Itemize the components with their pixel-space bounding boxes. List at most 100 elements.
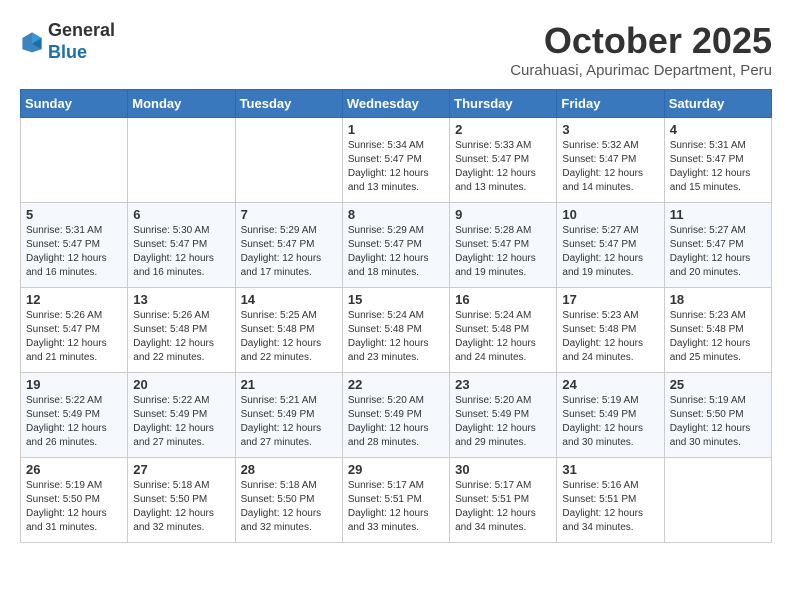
day-number: 3 xyxy=(562,122,658,137)
day-info: Sunrise: 5:23 AMSunset: 5:48 PMDaylight:… xyxy=(670,309,766,365)
day-info: Sunrise: 5:27 AMSunset: 5:47 PMDaylight:… xyxy=(562,224,658,280)
calendar-cell: 12 Sunrise: 5:26 AMSunset: 5:47 PMDayligh… xyxy=(21,288,128,373)
logo-text: General Blue xyxy=(48,20,115,63)
calendar-cell: 24 Sunrise: 5:19 AMSunset: 5:49 PMDayligh… xyxy=(557,373,664,458)
day-info: Sunrise: 5:30 AMSunset: 5:47 PMDaylight:… xyxy=(133,224,229,280)
calendar-cell: 1Sunrise: 5:34 AMSunset: 5:47 PMDaylight… xyxy=(342,118,449,203)
calendar-cell: 29 Sunrise: 5:17 AMSunset: 5:51 PMDayligh… xyxy=(342,458,449,543)
day-info: Sunrise: 5:22 AMSunset: 5:49 PMDaylight:… xyxy=(133,394,229,450)
calendar-cell: 9 Sunrise: 5:28 AMSunset: 5:47 PMDaylight… xyxy=(450,203,557,288)
day-number: 28 xyxy=(241,462,337,477)
calendar-week-row: 5Sunrise: 5:31 AMSunset: 5:47 PMDaylight… xyxy=(21,203,772,288)
weekday-header-tuesday: Tuesday xyxy=(235,90,342,118)
calendar-cell: 21 Sunrise: 5:21 AMSunset: 5:49 PMDayligh… xyxy=(235,373,342,458)
day-info: Sunrise: 5:17 AMSunset: 5:51 PMDaylight:… xyxy=(455,479,551,535)
day-info: Sunrise: 5:33 AMSunset: 5:47 PMDaylight:… xyxy=(455,139,551,195)
page-header: General Blue October 2025 Curahuasi, Apu… xyxy=(20,20,772,79)
day-number: 17 xyxy=(562,292,658,307)
weekday-header-monday: Monday xyxy=(128,90,235,118)
day-info: Sunrise: 5:16 AMSunset: 5:51 PMDaylight:… xyxy=(562,479,658,535)
day-number: 2 xyxy=(455,122,551,137)
calendar-cell: 20 Sunrise: 5:22 AMSunset: 5:49 PMDayligh… xyxy=(128,373,235,458)
calendar-week-row: 1Sunrise: 5:34 AMSunset: 5:47 PMDaylight… xyxy=(21,118,772,203)
calendar-cell xyxy=(128,118,235,203)
calendar-week-row: 12 Sunrise: 5:26 AMSunset: 5:47 PMDayligh… xyxy=(21,288,772,373)
day-info: Sunrise: 5:29 AMSunset: 5:47 PMDaylight:… xyxy=(348,224,444,280)
calendar-week-row: 26 Sunrise: 5:19 AMSunset: 5:50 PMDayligh… xyxy=(21,458,772,543)
calendar-cell: 28 Sunrise: 5:18 AMSunset: 5:50 PMDayligh… xyxy=(235,458,342,543)
location-subtitle: Curahuasi, Apurimac Department, Peru xyxy=(510,62,772,79)
day-number: 14 xyxy=(241,292,337,307)
day-number: 9 xyxy=(455,207,551,222)
day-info: Sunrise: 5:19 AMSunset: 5:50 PMDaylight:… xyxy=(670,394,766,450)
day-number: 7 xyxy=(241,207,337,222)
day-number: 5 xyxy=(26,207,122,222)
day-info: Sunrise: 5:18 AMSunset: 5:50 PMDaylight:… xyxy=(133,479,229,535)
calendar-cell: 3 Sunrise: 5:32 AMSunset: 5:47 PMDaylight… xyxy=(557,118,664,203)
calendar-table: SundayMondayTuesdayWednesdayThursdayFrid… xyxy=(20,89,772,543)
weekday-header-friday: Friday xyxy=(557,90,664,118)
day-info: Sunrise: 5:32 AMSunset: 5:47 PMDaylight:… xyxy=(562,139,658,195)
calendar-cell: 5Sunrise: 5:31 AMSunset: 5:47 PMDaylight… xyxy=(21,203,128,288)
day-number: 26 xyxy=(26,462,122,477)
calendar-week-row: 19Sunrise: 5:22 AMSunset: 5:49 PMDayligh… xyxy=(21,373,772,458)
day-info: Sunrise: 5:28 AMSunset: 5:47 PMDaylight:… xyxy=(455,224,551,280)
day-number: 27 xyxy=(133,462,229,477)
day-number: 25 xyxy=(670,377,766,392)
day-info: Sunrise: 5:23 AMSunset: 5:48 PMDaylight:… xyxy=(562,309,658,365)
day-info: Sunrise: 5:18 AMSunset: 5:50 PMDaylight:… xyxy=(241,479,337,535)
day-info: Sunrise: 5:19 AMSunset: 5:49 PMDaylight:… xyxy=(562,394,658,450)
title-block: October 2025 Curahuasi, Apurimac Departm… xyxy=(510,20,772,79)
day-number: 22 xyxy=(348,377,444,392)
weekday-header-thursday: Thursday xyxy=(450,90,557,118)
day-number: 16 xyxy=(455,292,551,307)
day-info: Sunrise: 5:24 AMSunset: 5:48 PMDaylight:… xyxy=(455,309,551,365)
day-number: 12 xyxy=(26,292,122,307)
day-number: 31 xyxy=(562,462,658,477)
calendar-cell: 7 Sunrise: 5:29 AMSunset: 5:47 PMDaylight… xyxy=(235,203,342,288)
calendar-cell: 6Sunrise: 5:30 AMSunset: 5:47 PMDaylight… xyxy=(128,203,235,288)
day-number: 24 xyxy=(562,377,658,392)
calendar-cell: 31 Sunrise: 5:16 AMSunset: 5:51 PMDayligh… xyxy=(557,458,664,543)
day-number: 13 xyxy=(133,292,229,307)
weekday-header-saturday: Saturday xyxy=(664,90,771,118)
day-info: Sunrise: 5:17 AMSunset: 5:51 PMDaylight:… xyxy=(348,479,444,535)
logo-blue: Blue xyxy=(48,42,87,62)
calendar-cell: 13Sunrise: 5:26 AMSunset: 5:48 PMDayligh… xyxy=(128,288,235,373)
day-info: Sunrise: 5:21 AMSunset: 5:49 PMDaylight:… xyxy=(241,394,337,450)
calendar-cell: 4Sunrise: 5:31 AMSunset: 5:47 PMDaylight… xyxy=(664,118,771,203)
calendar-cell xyxy=(235,118,342,203)
day-number: 18 xyxy=(670,292,766,307)
calendar-cell: 19Sunrise: 5:22 AMSunset: 5:49 PMDayligh… xyxy=(21,373,128,458)
day-info: Sunrise: 5:29 AMSunset: 5:47 PMDaylight:… xyxy=(241,224,337,280)
calendar-cell: 15 Sunrise: 5:24 AMSunset: 5:48 PMDayligh… xyxy=(342,288,449,373)
day-info: Sunrise: 5:20 AMSunset: 5:49 PMDaylight:… xyxy=(348,394,444,450)
calendar-cell: 30 Sunrise: 5:17 AMSunset: 5:51 PMDayligh… xyxy=(450,458,557,543)
day-info: Sunrise: 5:24 AMSunset: 5:48 PMDaylight:… xyxy=(348,309,444,365)
day-number: 20 xyxy=(133,377,229,392)
calendar-cell: 8Sunrise: 5:29 AMSunset: 5:47 PMDaylight… xyxy=(342,203,449,288)
day-number: 30 xyxy=(455,462,551,477)
day-info: Sunrise: 5:19 AMSunset: 5:50 PMDaylight:… xyxy=(26,479,122,535)
month-title: October 2025 xyxy=(510,20,772,62)
calendar-cell: 22 Sunrise: 5:20 AMSunset: 5:49 PMDayligh… xyxy=(342,373,449,458)
day-info: Sunrise: 5:34 AMSunset: 5:47 PMDaylight:… xyxy=(348,139,444,195)
day-number: 29 xyxy=(348,462,444,477)
day-info: Sunrise: 5:20 AMSunset: 5:49 PMDaylight:… xyxy=(455,394,551,450)
weekday-header-sunday: Sunday xyxy=(21,90,128,118)
calendar-cell: 11Sunrise: 5:27 AMSunset: 5:47 PMDayligh… xyxy=(664,203,771,288)
weekday-header-wednesday: Wednesday xyxy=(342,90,449,118)
calendar-cell: 16 Sunrise: 5:24 AMSunset: 5:48 PMDayligh… xyxy=(450,288,557,373)
calendar-cell: 17 Sunrise: 5:23 AMSunset: 5:48 PMDayligh… xyxy=(557,288,664,373)
day-number: 4 xyxy=(670,122,766,137)
calendar-cell: 2 Sunrise: 5:33 AMSunset: 5:47 PMDaylight… xyxy=(450,118,557,203)
calendar-cell xyxy=(664,458,771,543)
day-info: Sunrise: 5:26 AMSunset: 5:47 PMDaylight:… xyxy=(26,309,122,365)
logo: General Blue xyxy=(20,20,115,63)
day-number: 15 xyxy=(348,292,444,307)
day-number: 10 xyxy=(562,207,658,222)
calendar-cell: 27 Sunrise: 5:18 AMSunset: 5:50 PMDayligh… xyxy=(128,458,235,543)
day-number: 21 xyxy=(241,377,337,392)
calendar-cell: 25 Sunrise: 5:19 AMSunset: 5:50 PMDayligh… xyxy=(664,373,771,458)
logo-general: General xyxy=(48,20,115,40)
